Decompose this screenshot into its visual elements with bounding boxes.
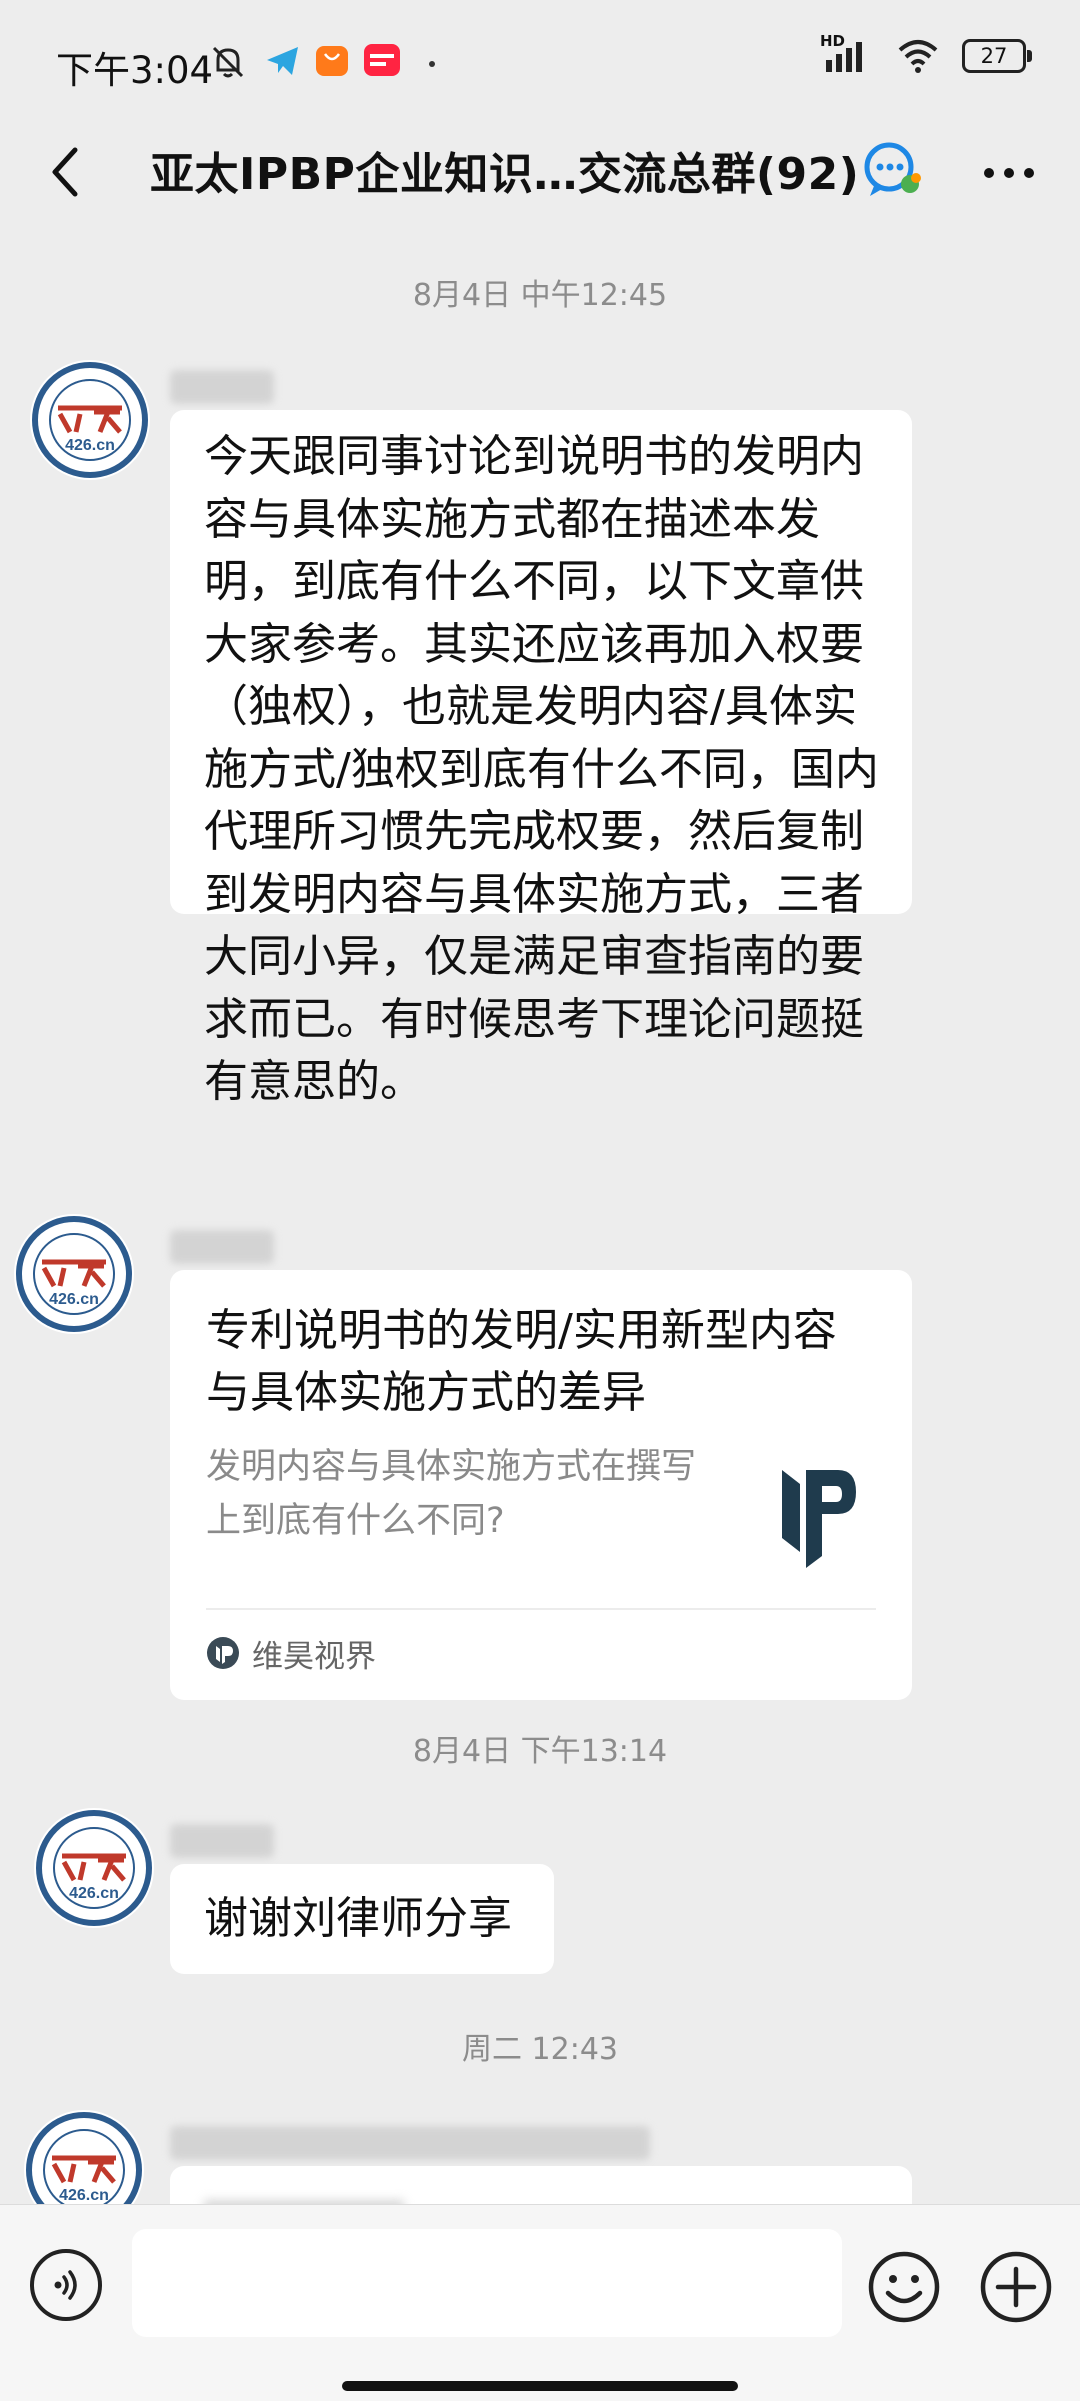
avatar-org-text: 426.cn [49, 1291, 99, 1308]
message-bubble[interactable] [170, 2166, 912, 2204]
timestamp: 8月4日 中午12:45 [412, 278, 668, 313]
status-right-group: HD 27 [820, 32, 1032, 76]
article-source-name: 维昊视界 [252, 1638, 376, 1675]
article-description: 发明内容与具体实施方式在撰写上到底有什么不同? [206, 1447, 697, 1541]
article-title: 专利说明书的发明/实用新型内容与具体实施方式的差异 [206, 1305, 837, 1418]
avatar[interactable]: 426.cn [24, 2110, 144, 2204]
chat-area[interactable]: 8月4日 中午12:45 426.cn 今天跟同事讨论到说明书的发明内容与具体实… [0, 224, 1080, 2204]
community-icon[interactable] [862, 140, 924, 200]
message-text: 谢谢刘律师分享 [204, 1893, 512, 1944]
message-text: 今天跟同事讨论到说明书的发明内容与具体实施方式都在描述本发明，到底有什么不同，以… [204, 431, 879, 1107]
timestamp: 8月4日 下午13:14 [412, 1734, 668, 1769]
avatar[interactable]: 426.cn [30, 360, 150, 480]
sender-name [170, 1230, 274, 1264]
sender-name [170, 2126, 650, 2160]
avatar[interactable]: 426.cn [34, 1808, 154, 1928]
add-button[interactable] [978, 2249, 1054, 2325]
message-bubble[interactable]: 今天跟同事讨论到说明书的发明内容与具体实施方式都在描述本发明，到底有什么不同，以… [170, 410, 912, 1107]
avatar[interactable]: 426.cn [14, 1214, 134, 1334]
source-logo-icon [207, 1637, 239, 1669]
telegram-icon [267, 47, 298, 75]
chat-title[interactable]: 亚太IPBP企业知识…交流总群(92) [150, 138, 859, 202]
chat-header: 亚太IPBP企业知识…交流总群(92) [0, 120, 1080, 224]
message-bubble[interactable]: 谢谢刘律师分享 [170, 1864, 554, 1974]
battery-icon: 27 [962, 39, 1032, 73]
back-arrow-icon [52, 147, 78, 197]
status-bar: 下午3:04 HD 27 [0, 0, 1080, 120]
sender-name [170, 1824, 274, 1858]
shopping-app-icon [316, 46, 348, 76]
article-source: 维昊视界 [206, 1628, 376, 1678]
sender-name [170, 370, 274, 404]
battery-level: 27 [980, 44, 1008, 68]
more-button[interactable] [976, 148, 1042, 198]
signal-icon: HD [820, 32, 874, 76]
status-time: 下午3:04 [56, 49, 214, 92]
back-button[interactable] [30, 136, 100, 208]
avatar-org-text: 426.cn [65, 437, 115, 454]
voice-icon [54, 2270, 77, 2300]
emoji-button[interactable] [866, 2249, 942, 2325]
avatar-logo-icon: 426.cn [26, 2112, 142, 2204]
avatar-logo-icon: 426.cn [36, 1810, 152, 1926]
more-notifications-dot [429, 61, 435, 67]
avatar-org-text: 426.cn [69, 1885, 119, 1902]
card-divider [206, 1608, 876, 1610]
red-app-icon [364, 44, 400, 76]
avatar-logo-icon: 426.cn [16, 1216, 132, 1332]
wifi-icon [898, 40, 938, 73]
article-card[interactable]: 专利说明书的发明/实用新型内容与具体实施方式的差异 发明内容与具体实施方式在撰写… [170, 1270, 912, 1700]
avatar-logo-icon: 426.cn [32, 362, 148, 478]
input-bar [0, 2204, 1080, 2401]
voice-button[interactable] [30, 2249, 102, 2321]
home-indicator[interactable] [342, 2381, 738, 2391]
more-icon [984, 168, 1034, 178]
timestamp: 周二 12:43 [462, 2032, 618, 2067]
mute-icon [212, 46, 244, 78]
message-input[interactable] [132, 2229, 842, 2337]
article-logo-icon [782, 1470, 856, 1568]
avatar-org-text: 426.cn [59, 2187, 109, 2204]
